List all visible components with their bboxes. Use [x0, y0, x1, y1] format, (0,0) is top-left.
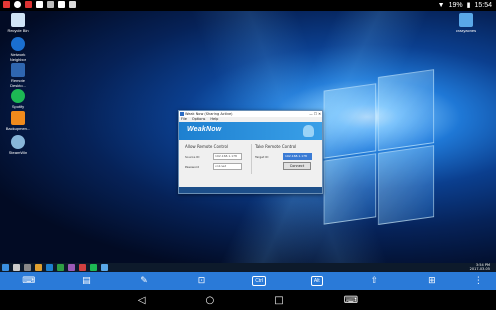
app-notification-icon	[3, 1, 10, 8]
battery-percent: 19%	[448, 1, 463, 9]
ctrl-button[interactable]: Ctrl	[230, 272, 288, 290]
remote-desktop-icon	[11, 63, 25, 77]
steamwin-icon	[11, 135, 25, 149]
shift-button[interactable]: ⇧	[346, 272, 404, 290]
take-remote-panel: Take Remote Control Target ID 192.168.1.…	[255, 144, 312, 163]
taskbar-icons	[2, 264, 108, 271]
app-banner: WeakNow	[179, 122, 322, 140]
desktop-icon-remote-desktop[interactable]: Remote Deskto...	[4, 63, 32, 88]
windows-icon: ⊞	[428, 276, 436, 286]
desktop-icon-spotify[interactable]: Spotify	[4, 89, 32, 109]
app-title: Weak Now (Sharing Active)	[185, 112, 233, 116]
spotify-icon	[11, 89, 25, 103]
app-status-bar	[179, 187, 322, 193]
remote-desktop[interactable]: Recycle Bin Network Neighbor Remote Desk…	[0, 11, 496, 263]
wifi-icon: ▼	[437, 1, 445, 9]
target-id-row: Target ID 192.168.1.178	[255, 153, 312, 160]
desktop-icon-crazyacnes[interactable]: crazyacnes	[452, 13, 480, 33]
home-button[interactable]: ○	[206, 295, 215, 306]
status-bar: ▼ 19% ▮ 15:54	[0, 0, 496, 11]
brand-logo: WeakNow	[187, 126, 222, 133]
task-view-icon[interactable]	[24, 264, 31, 271]
taskbar-clock: 3:54 PM 2017-03-05	[469, 263, 490, 271]
connect-button[interactable]: Connect	[283, 162, 311, 170]
function-keys-button[interactable]: ▤	[58, 272, 116, 290]
edge-icon[interactable]	[46, 264, 53, 271]
search-icon[interactable]	[13, 264, 20, 271]
mail-icon	[36, 1, 43, 8]
window-controls[interactable]: — ☐ ✕	[309, 111, 321, 117]
battery-icon: ▮	[466, 2, 471, 9]
desktop-icon-steamwin[interactable]: SteamWin	[4, 135, 32, 155]
alt-button[interactable]: Alt	[288, 272, 346, 290]
more-button[interactable]: ⋮	[461, 272, 496, 290]
app-logo-icon	[180, 112, 184, 116]
notification-icons	[3, 1, 76, 8]
lock-button[interactable]: ⊡	[173, 272, 231, 290]
download-icon	[58, 1, 65, 8]
lock-icon: ⊡	[197, 276, 206, 286]
panel-divider	[251, 144, 252, 174]
keys-icon: ▤	[82, 276, 91, 286]
explorer-icon[interactable]	[35, 264, 42, 271]
phone-icon	[69, 1, 76, 8]
app-icon-1[interactable]	[68, 264, 75, 271]
source-id-row: Source ID 192.168.1.178	[185, 153, 242, 160]
mascot-icon	[303, 125, 314, 137]
folder-icon	[459, 13, 473, 27]
clock: 15:54	[474, 1, 492, 9]
allow-remote-panel: Allow Remote Control Source ID 192.168.1…	[185, 144, 242, 173]
recents-button[interactable]: □	[274, 295, 283, 306]
more-vert-icon: ⋮	[473, 276, 483, 286]
remote-app-taskbar-icon[interactable]	[101, 264, 108, 271]
shift-icon: ⇧	[370, 276, 379, 286]
remote-toolbar: ⌨ ▤ ✎ ⊡ Ctrl Alt ⇧ ⊞ ⋮	[0, 272, 496, 290]
wallpaper-windows-logo	[323, 69, 435, 230]
recycle-bin-icon	[11, 13, 25, 27]
ctrl-key: Ctrl	[252, 276, 267, 286]
back-button[interactable]: ◁	[138, 295, 146, 306]
desktop-icon-recycle-bin[interactable]: Recycle Bin	[4, 13, 32, 33]
windows-key-button[interactable]: ⊞	[403, 272, 461, 290]
flipboard-icon	[25, 1, 32, 8]
password-row: Password vn1ned	[185, 163, 242, 170]
pinterest-icon	[14, 1, 21, 8]
start-icon[interactable]	[2, 264, 9, 271]
spotify-taskbar-icon[interactable]	[90, 264, 97, 271]
password-label: Password	[185, 164, 200, 169]
take-title: Take Remote Control	[255, 144, 297, 149]
store-icon[interactable]	[57, 264, 64, 271]
keyboard-toggle-button[interactable]: ⌨	[344, 295, 358, 306]
app-icon-2[interactable]	[79, 264, 86, 271]
desktop-icon-network[interactable]: Network Neighbor	[4, 37, 32, 62]
keyboard-icon: ⌨	[22, 276, 36, 286]
eraser-button[interactable]: ✎	[115, 272, 173, 290]
calendar-icon	[47, 1, 54, 8]
eraser-icon: ✎	[140, 276, 148, 286]
app-body: Allow Remote Control Source ID 192.168.1…	[179, 140, 322, 180]
target-id-label: Target ID	[255, 154, 269, 159]
password-field[interactable]: vn1ned	[213, 163, 242, 170]
alt-key: Alt	[310, 276, 323, 286]
target-id-field[interactable]: 192.168.1.178	[283, 153, 312, 160]
system-status: ▼ 19% ▮ 15:54	[437, 1, 492, 10]
android-nav-bar: ◁ ○ □ ⌨	[0, 290, 496, 310]
backup-icon	[11, 111, 25, 125]
allow-title: Allow Remote Control	[185, 144, 229, 149]
network-icon	[11, 37, 25, 51]
desktop-icon-backup[interactable]: Backupmen...	[4, 111, 32, 131]
remote-control-app-window[interactable]: Weak Now (Sharing Active) — ☐ ✕ File Opt…	[178, 110, 323, 194]
app-title-bar[interactable]: Weak Now (Sharing Active) — ☐ ✕	[179, 111, 322, 117]
source-id-label: Source ID	[185, 154, 200, 159]
windows-taskbar: 3:54 PM 2017-03-05	[0, 263, 496, 272]
source-id-field[interactable]: 192.168.1.178	[213, 153, 242, 160]
keyboard-button[interactable]: ⌨	[0, 272, 58, 290]
